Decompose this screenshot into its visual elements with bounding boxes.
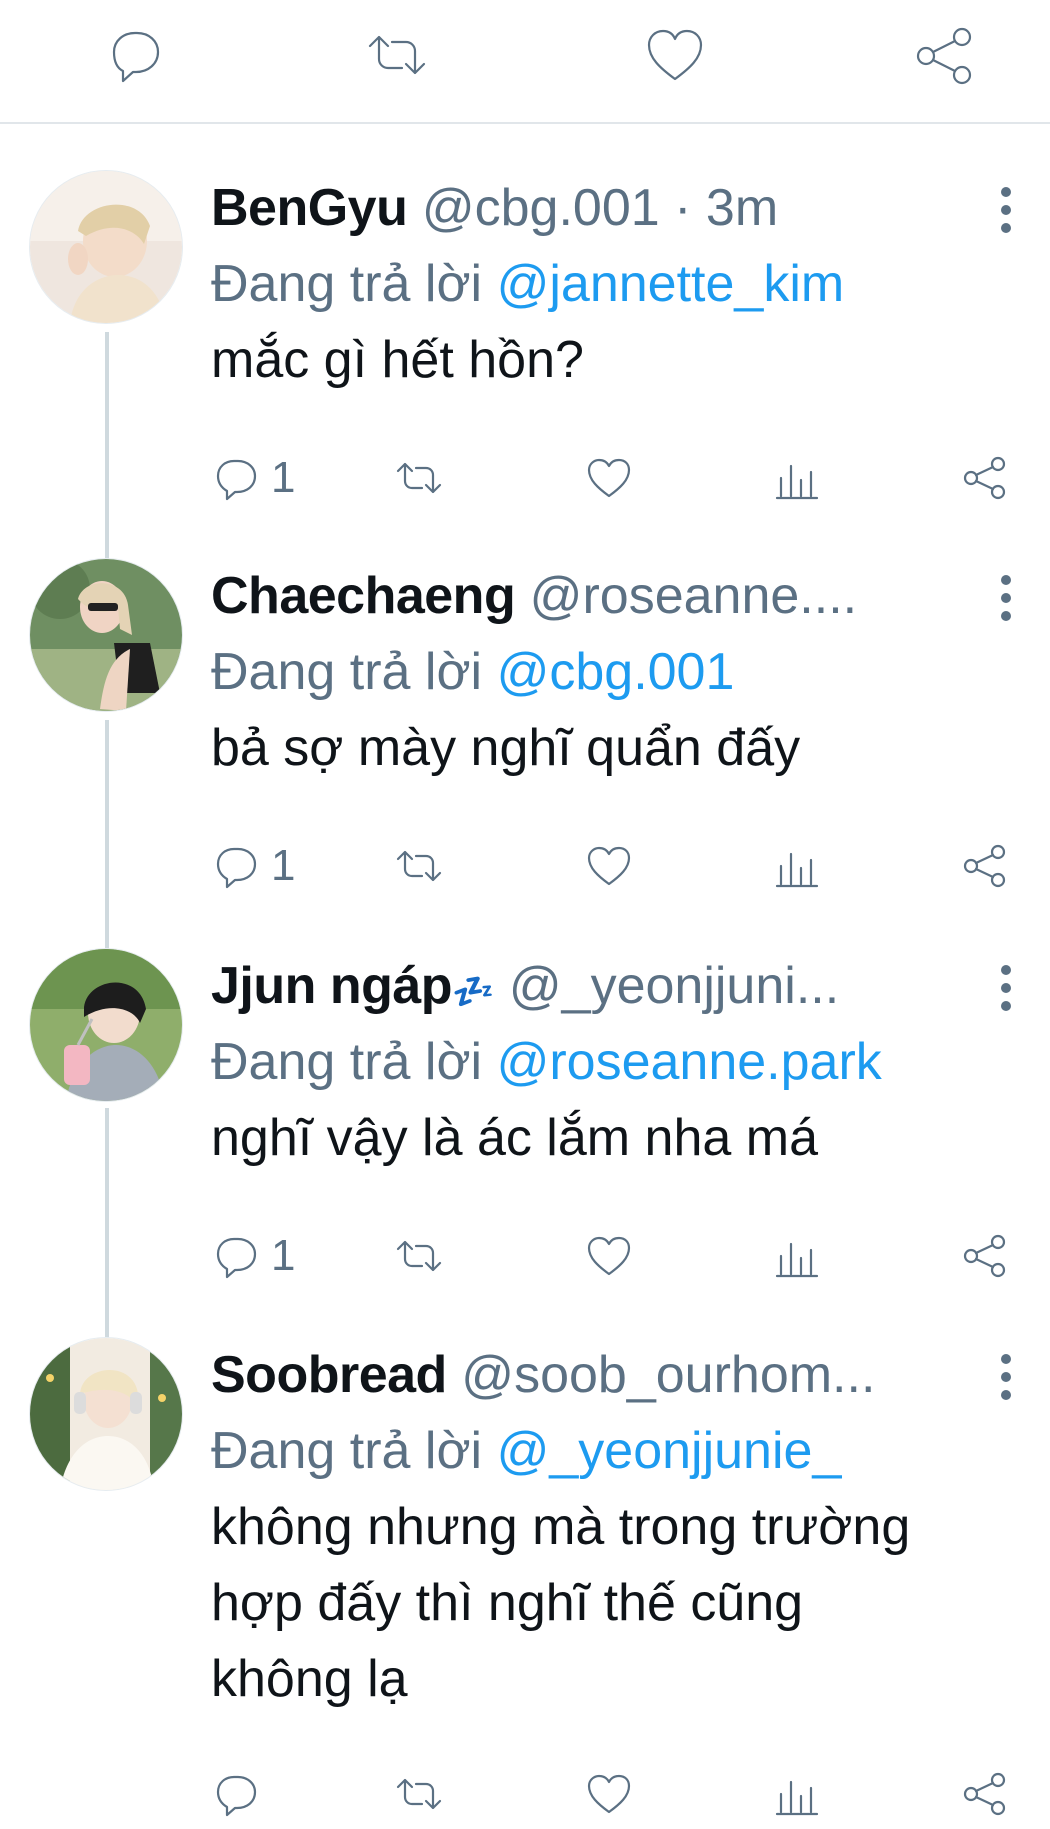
like-action[interactable] <box>583 443 635 513</box>
tweet-text: bả sợ mày nghĩ quẩn đấy <box>211 719 801 777</box>
mention-link[interactable]: @cbg.001 <box>497 643 735 701</box>
reply-count: 1 <box>271 841 296 890</box>
replying-prefix: Đang trả lời <box>211 1033 483 1091</box>
share-icon <box>963 1772 1006 1816</box>
reply-button[interactable] <box>100 20 170 90</box>
reply-action[interactable]: 1 <box>211 443 295 513</box>
more-options-button[interactable] <box>986 568 1026 628</box>
reply-icon <box>216 1237 257 1279</box>
reply-action[interactable]: 1 <box>211 831 295 901</box>
heart-icon <box>647 29 703 81</box>
heart-icon <box>587 846 631 886</box>
reply-icon <box>216 847 257 889</box>
more-vertical-icon <box>1001 187 1011 233</box>
analytics-action[interactable] <box>771 831 823 901</box>
separator-dot: · <box>674 179 692 237</box>
mention-link[interactable]: @roseanne.park <box>497 1033 882 1091</box>
like-action[interactable] <box>583 1221 635 1291</box>
display-name[interactable]: BenGyu <box>211 179 408 237</box>
tweet-text: nghĩ vậy là ác lắm nha má <box>211 1109 818 1167</box>
retweet-action[interactable] <box>393 443 445 513</box>
more-options-button[interactable] <box>986 180 1026 240</box>
share-icon <box>916 27 972 85</box>
reply-icon <box>216 1775 257 1817</box>
tweet-action-bar <box>0 0 1050 124</box>
retweet-action[interactable] <box>393 1759 445 1829</box>
more-options-button[interactable] <box>986 1347 1026 1407</box>
replying-to-line: Đang trả lời @_yeonjjunie_ <box>211 1413 1001 1489</box>
heart-icon <box>587 1236 631 1276</box>
retweet-action[interactable] <box>393 831 445 901</box>
replying-to-line: Đang trả lời @jannette_kim <box>211 246 1001 322</box>
share-icon <box>963 844 1006 888</box>
replying-to-line: Đang trả lời @cbg.001 <box>211 634 1001 710</box>
retweet-icon <box>396 1778 442 1810</box>
more-vertical-icon <box>1001 965 1011 1011</box>
mention-link[interactable]: @jannette_kim <box>497 255 845 313</box>
share-button[interactable] <box>910 20 980 90</box>
tweet-actions: 1 <box>211 443 1011 513</box>
analytics-icon <box>775 1780 819 1816</box>
reply-icon <box>216 459 257 501</box>
user-handle[interactable]: @cbg.001 <box>422 179 660 237</box>
display-name[interactable]: Chaechaeng <box>211 567 516 625</box>
avatar[interactable] <box>29 948 183 1102</box>
display-name[interactable]: Jjun ngáp <box>211 957 453 1015</box>
reply-action[interactable]: 1 <box>211 1221 295 1291</box>
analytics-icon <box>775 852 819 888</box>
analytics-icon <box>775 1242 819 1278</box>
tweet-text: không nhưng mà trong trường hợp đấy thì … <box>211 1498 911 1708</box>
heart-icon <box>587 458 631 498</box>
retweet-icon <box>368 35 426 75</box>
analytics-icon <box>775 464 819 500</box>
tweet-actions: 1 <box>211 831 1011 901</box>
thread-line <box>105 1108 109 1338</box>
retweet-icon <box>396 1240 442 1272</box>
heart-icon <box>587 1774 631 1814</box>
share-icon <box>963 456 1006 500</box>
like-action[interactable] <box>583 1759 635 1829</box>
like-action[interactable] <box>583 831 635 901</box>
retweet-icon <box>396 462 442 494</box>
retweet-action[interactable] <box>393 1221 445 1291</box>
thread-line <box>105 332 109 562</box>
analytics-action[interactable] <box>771 1759 823 1829</box>
replying-prefix: Đang trả lời <box>211 643 483 701</box>
analytics-action[interactable] <box>771 1221 823 1291</box>
analytics-action[interactable] <box>771 443 823 513</box>
more-vertical-icon <box>1001 1354 1011 1400</box>
retweet-icon <box>396 850 442 882</box>
avatar[interactable] <box>29 558 183 712</box>
display-name[interactable]: Soobread <box>211 1346 447 1404</box>
replying-to-line: Đang trả lời @roseanne.park <box>211 1024 1001 1100</box>
share-action[interactable] <box>959 831 1011 901</box>
share-action[interactable] <box>959 1221 1011 1291</box>
like-button[interactable] <box>640 20 710 90</box>
replying-prefix: Đang trả lời <box>211 255 483 313</box>
reply-action[interactable] <box>211 1759 271 1829</box>
sleeping-emoji: 💤 <box>452 973 495 1011</box>
retweet-button[interactable] <box>362 20 432 90</box>
share-icon <box>963 1234 1006 1278</box>
more-vertical-icon <box>1001 575 1011 621</box>
user-handle[interactable]: @soob_ourhom... <box>461 1346 875 1404</box>
thread-line <box>105 720 109 950</box>
user-handle[interactable]: @_yeonjjuni... <box>509 957 839 1015</box>
tweet-actions: 1 <box>211 1221 1011 1291</box>
share-action[interactable] <box>959 1759 1011 1829</box>
reply-count: 1 <box>271 1231 296 1280</box>
reply-count: 1 <box>271 453 296 502</box>
user-handle[interactable]: @roseanne.... <box>530 567 857 625</box>
avatar[interactable] <box>29 170 183 324</box>
mention-link[interactable]: @_yeonjjunie_ <box>497 1422 842 1480</box>
avatar[interactable] <box>29 1337 183 1491</box>
more-options-button[interactable] <box>986 958 1026 1018</box>
tweet-text: mắc gì hết hồn? <box>211 331 584 389</box>
tweet-actions <box>211 1759 1011 1829</box>
reply-icon <box>112 31 160 83</box>
timestamp[interactable]: 3m <box>706 179 778 237</box>
share-action[interactable] <box>959 443 1011 513</box>
replying-prefix: Đang trả lời <box>211 1422 483 1480</box>
